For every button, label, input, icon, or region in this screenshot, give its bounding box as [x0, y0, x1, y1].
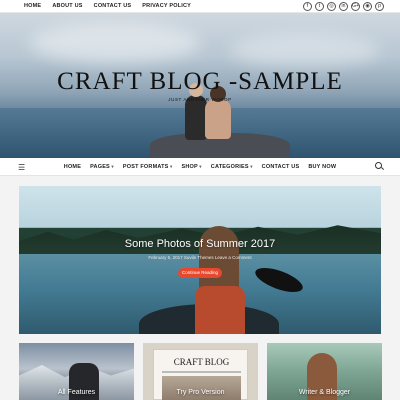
- nav-item-buy-now[interactable]: BUY NOW: [308, 164, 336, 170]
- promo-card-writer-blogger[interactable]: Writer & Blogger: [267, 343, 382, 400]
- main-nav: ☰ HOME PAGES POST FORMATS SHOP CATEGORIE…: [0, 158, 400, 176]
- featured-post-slider[interactable]: Some Photos of Summer 2017 February 5, 2…: [19, 186, 381, 334]
- top-nav-contact-us[interactable]: CONTACT US: [94, 3, 132, 9]
- promo-card-label[interactable]: Writer & Blogger: [267, 389, 382, 396]
- site-title[interactable]: CRAFT BLOG -SAMPLE: [0, 68, 400, 96]
- nav-item-post-formats[interactable]: POST FORMATS: [123, 164, 173, 170]
- promo-card-try-pro[interactable]: CRAFT BLOG Try Pro Version: [143, 343, 258, 400]
- promo-card-label[interactable]: All Features: [19, 389, 134, 396]
- promo-card-label[interactable]: Try Pro Version: [143, 389, 258, 396]
- top-nav-privacy-policy[interactable]: PRIVACY POLICY: [142, 3, 191, 9]
- paddle-image: [252, 262, 306, 298]
- tumblr-icon[interactable]: ◉: [363, 1, 372, 11]
- instagram-icon[interactable]: ◎: [327, 1, 336, 11]
- top-nav-home[interactable]: HOME: [24, 3, 41, 9]
- hamburger-menu-icon[interactable]: ☰: [18, 163, 25, 172]
- cloud-decoration: [30, 23, 200, 63]
- facebook-icon[interactable]: f: [303, 1, 312, 11]
- search-icon[interactable]: [375, 162, 382, 169]
- nav-item-categories[interactable]: CATEGORIES: [211, 164, 253, 170]
- twitter-icon[interactable]: t: [315, 1, 324, 11]
- top-bar: HOME ABOUT US CONTACT US PRIVACY POLICY …: [0, 0, 400, 13]
- mockup-title: CRAFT BLOG: [173, 357, 230, 367]
- featured-post-title[interactable]: Some Photos of Summer 2017: [19, 238, 381, 250]
- hero-person: [205, 86, 231, 139]
- google-plus-icon[interactable]: G+: [351, 1, 360, 11]
- featured-post-meta: February 5, 2017 Suvile Themes Leave a C…: [148, 255, 252, 260]
- site-tagline: JUST ANOTHER WORDP: [168, 97, 232, 102]
- hero-header: CRAFT BLOG -SAMPLE JUST ANOTHER WORDP: [0, 13, 400, 158]
- nav-item-home[interactable]: HOME: [64, 164, 81, 170]
- linkedin-icon[interactable]: in: [339, 1, 348, 11]
- social-icons: f t ◎ in G+ ◉ p: [303, 1, 384, 11]
- continue-reading-button[interactable]: Continue Reading: [178, 268, 222, 278]
- nav-item-contact-us[interactable]: CONTACT US: [262, 164, 300, 170]
- cloud-decoration: [230, 33, 380, 68]
- promo-card-all-features[interactable]: All Features: [19, 343, 134, 400]
- pinterest-icon[interactable]: p: [375, 1, 384, 11]
- top-nav: HOME ABOUT US CONTACT US PRIVACY POLICY: [24, 3, 191, 9]
- nav-item-shop[interactable]: SHOP: [181, 164, 201, 170]
- top-nav-about-us[interactable]: ABOUT US: [52, 3, 82, 9]
- nav-item-pages[interactable]: PAGES: [90, 164, 114, 170]
